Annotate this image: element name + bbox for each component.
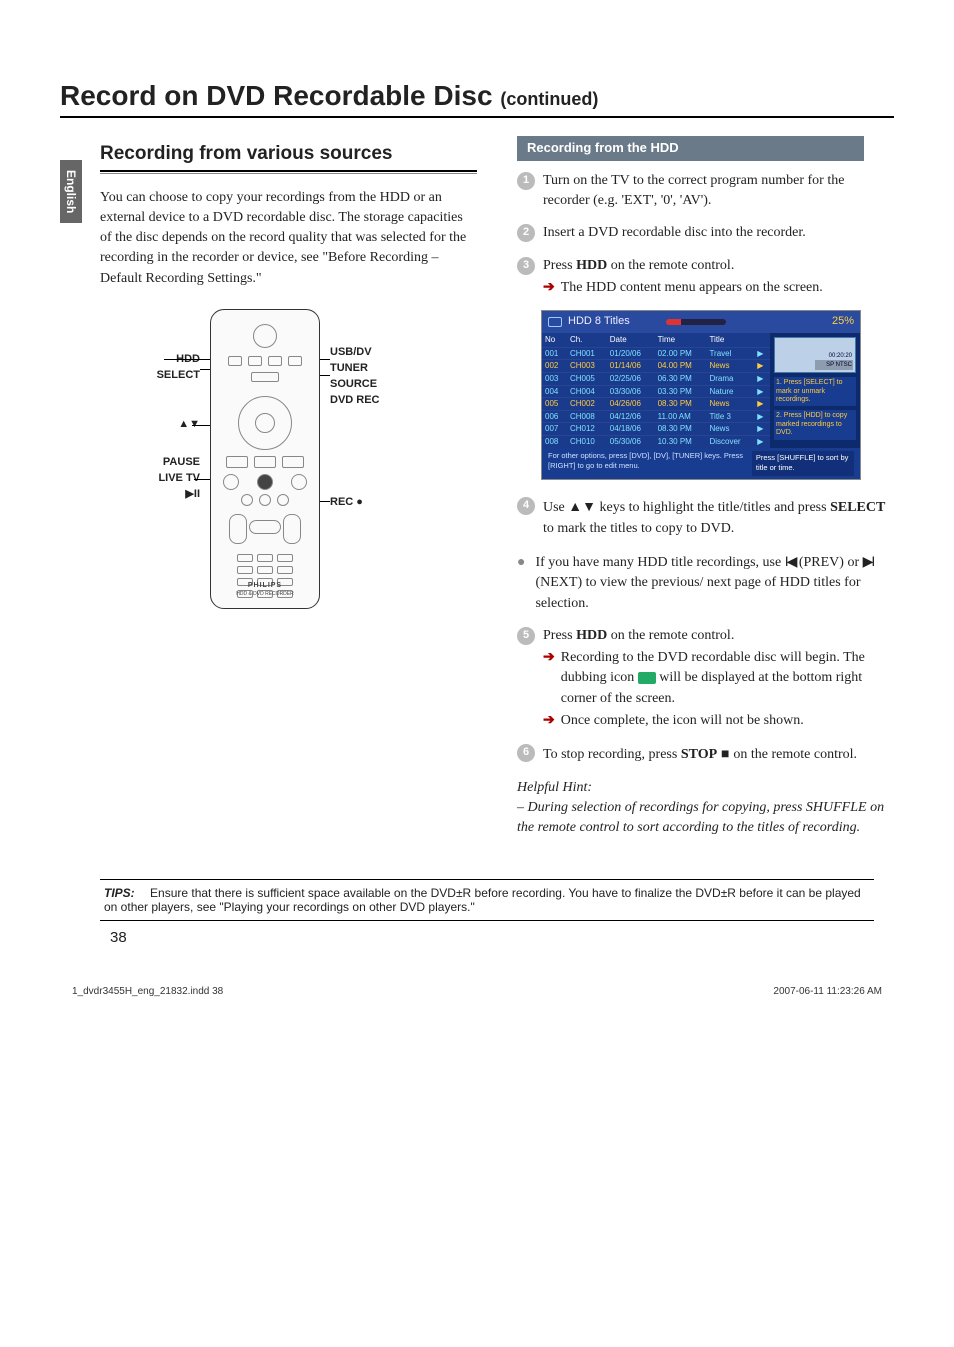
table-row: 003CH00502/25/0606.30 PMDrama▶	[542, 373, 770, 386]
step-number-icon: 2	[517, 224, 535, 242]
up-down-keys-icon: ▲▼	[568, 498, 596, 514]
footer-date: 2007-06-11 11:23:26 AM	[773, 986, 882, 997]
stop-icon: ■	[717, 745, 733, 761]
tips-box: TIPS: Ensure that there is sufficient sp…	[100, 879, 874, 921]
result-arrow-icon: ➔	[543, 278, 555, 298]
subheading-recording-from-hdd: Recording from the HDD	[517, 136, 864, 161]
hdd-footer-left: For other options, press [DVD], [DV], [T…	[548, 451, 752, 477]
section-heading-rule	[100, 170, 477, 174]
tips-text: Ensure that there is sufficient space av…	[104, 886, 861, 914]
table-row: 002CH00301/14/0604.00 PMNews▶	[542, 360, 770, 373]
callout-tuner: TUNER	[330, 361, 380, 377]
bullet-prev-label: (PREV) or	[795, 555, 862, 570]
step-6-text-c: on the remote control.	[733, 747, 857, 762]
callout-pause: PAUSE	[100, 455, 200, 471]
step-4-key: SELECT	[830, 500, 885, 515]
step-4-text-d: to mark the titles to copy to DVD.	[543, 521, 734, 536]
helpful-hint-heading: Helpful Hint:	[517, 778, 894, 798]
step-5-text-a: Press	[543, 628, 576, 643]
intro-paragraph: You can choose to copy your recordings f…	[100, 188, 477, 289]
step-number-icon: 4	[517, 497, 535, 515]
table-row: 004CH00403/30/0603.30 PMNature▶	[542, 385, 770, 398]
remote-body: PHILIPS HDD & DVD RECORDER	[210, 309, 320, 609]
hdd-side-hint-2: 2. Press [HDD] to copy marked recordings…	[774, 410, 856, 439]
remote-brand-sub: HDD & DVD RECORDER	[211, 591, 319, 598]
hdd-footer-right: Press [SHUFFLE] to sort by title or time…	[752, 451, 854, 477]
step-5-key: HDD	[576, 628, 607, 643]
table-row: 007CH01204/18/0608.30 PMNews▶	[542, 423, 770, 436]
remote-brand: PHILIPS	[211, 581, 319, 591]
step-number-icon: 3	[517, 257, 535, 275]
page-title: Record on DVD Recordable Disc (continued…	[60, 80, 894, 118]
callout-rec: REC ●	[330, 495, 363, 511]
step-4-text-b: keys to highlight the title/titles and p…	[596, 500, 830, 515]
thumb-time: 00:20:20	[829, 352, 852, 361]
language-tab: English	[60, 160, 82, 223]
step-3-text-a: Press	[543, 258, 576, 273]
usage-bar	[666, 319, 726, 325]
step-6: 6 To stop recording, press STOP ■ on the…	[517, 743, 894, 765]
step-3: 3 Press HDD on the remote control. ➔ The …	[517, 256, 894, 299]
callout-playpause: ▶II	[100, 487, 200, 503]
title-main: Record on DVD Recordable Disc	[60, 80, 500, 111]
bullet-text-a: If you have many HDD title recordings, u…	[535, 555, 784, 570]
step-3-key: HDD	[576, 258, 607, 273]
title-continued: (continued)	[500, 89, 598, 109]
step-number-icon: 5	[517, 627, 535, 645]
step-6-text-a: To stop recording, press	[543, 747, 681, 762]
remote-control-figure: HDD SELECT ▲▼ PAUSE LIVE TV ▶II USB/DV T…	[100, 309, 380, 629]
bullet-prev-next: ● If you have many HDD title recordings,…	[517, 551, 894, 614]
step-4: 4 Use ▲▼ keys to highlight the title/tit…	[517, 496, 894, 539]
disc-icon	[548, 317, 562, 327]
step-1: 1 Turn on the TV to the correct program …	[517, 171, 894, 212]
hdd-title: HDD 8 Titles	[568, 314, 630, 330]
helpful-hint-body: – During selection of recordings for cop…	[517, 798, 894, 839]
hdd-side-hint-1: 1. Press [SELECT] to mark or unmark reco…	[774, 377, 856, 406]
hdd-thumbnail: 00:20:20 SP NTSC	[774, 337, 856, 373]
prev-key-icon: I◀	[785, 553, 796, 569]
step-2: 2 Insert a DVD recordable disc into the …	[517, 223, 894, 243]
table-row: 008CH01005/30/0610.30 PMDiscover▶	[542, 436, 770, 448]
table-row: 005CH00204/26/0608.30 PMNews▶	[542, 398, 770, 411]
callout-source: SOURCE	[330, 377, 380, 393]
step-1-text: Turn on the TV to the correct program nu…	[543, 171, 894, 212]
bullet-icon: ●	[517, 553, 525, 614]
thumb-mode: SP NTSC	[826, 361, 852, 370]
footer-file: 1_dvdr3455H_eng_21832.indd 38	[72, 986, 223, 997]
step-4-text-a: Use	[543, 500, 568, 515]
hdd-titles-table: NoCh.DateTimeTitle001CH00101/20/0602.00 …	[542, 333, 770, 447]
section-heading: Recording from various sources	[100, 140, 477, 168]
table-row: 001CH00101/20/0602.00 PMTravel▶	[542, 347, 770, 360]
step-number-icon: 1	[517, 172, 535, 190]
callout-updown: ▲▼	[100, 417, 200, 433]
callout-usb-dv: USB/DV	[330, 345, 380, 361]
next-key-icon: ▶I	[863, 553, 874, 569]
step-5-result2: Once complete, the icon will not be show…	[561, 711, 804, 731]
step-5-text-c: on the remote control.	[607, 628, 734, 643]
step-number-icon: 6	[517, 744, 535, 762]
result-arrow-icon: ➔	[543, 648, 555, 709]
table-row: 006CH00804/12/0611.00 AMTitle 3▶	[542, 410, 770, 423]
step-3-result: The HDD content menu appears on the scre…	[561, 278, 823, 298]
callout-select: SELECT	[100, 368, 200, 384]
callout-dvd-rec: DVD REC	[330, 393, 380, 409]
step-3-text-c: on the remote control.	[607, 258, 734, 273]
hdd-content-menu-figure: HDD 8 Titles 25% NoCh.DateTimeTitle001CH…	[541, 310, 861, 480]
dubbing-icon	[638, 672, 656, 684]
hdd-percent: 25%	[832, 314, 854, 330]
bullet-next-label: (NEXT) to view the previous/ next page o…	[535, 575, 860, 610]
dpad	[238, 396, 292, 450]
page-number: 38	[110, 929, 894, 946]
step-6-key: STOP	[681, 747, 717, 762]
callout-line	[164, 359, 216, 360]
callout-live-tv: LIVE TV	[100, 471, 200, 487]
step-2-text: Insert a DVD recordable disc into the re…	[543, 223, 894, 243]
step-5: 5 Press HDD on the remote control. ➔ Rec…	[517, 626, 894, 731]
tips-label: TIPS:	[104, 886, 135, 900]
result-arrow-icon: ➔	[543, 711, 555, 731]
